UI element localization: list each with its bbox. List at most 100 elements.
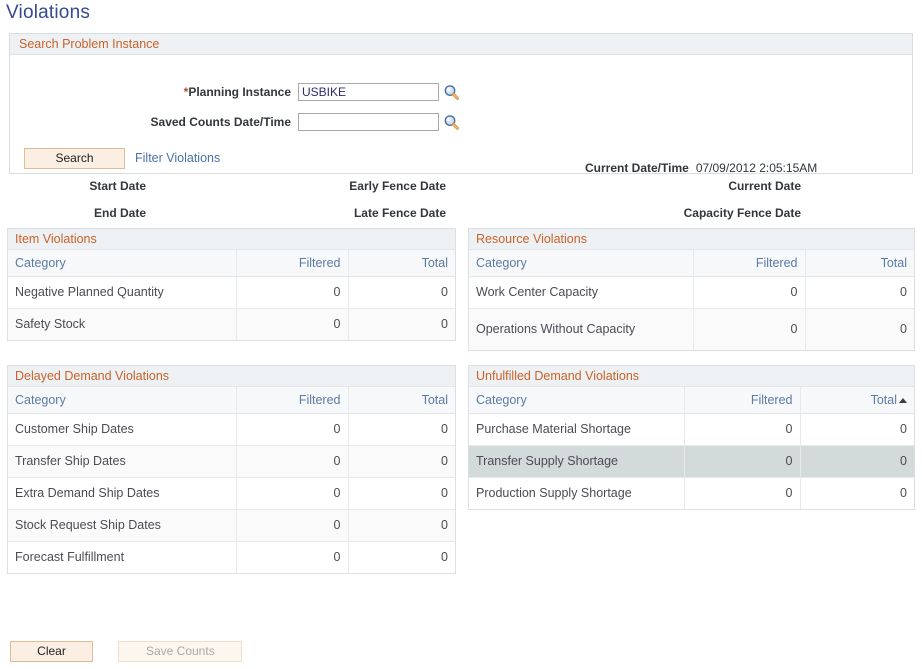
column-header-category[interactable]: Category: [469, 387, 684, 413]
cell-category: Work Center Capacity: [469, 276, 693, 308]
cell-category: Safety Stock: [8, 308, 236, 340]
search-problem-instance-panel: Search Problem Instance *Planning Instan…: [9, 33, 913, 174]
planning-instance-input[interactable]: [298, 83, 439, 101]
search-button[interactable]: Search: [24, 148, 125, 169]
table-row[interactable]: Production Supply Shortage 0 0: [469, 477, 914, 509]
unfulfilled-demand-violations-grid: Unfulfilled Demand Violations Category F…: [468, 365, 915, 510]
cell-total: 0: [805, 308, 914, 350]
cell-total: 0: [348, 541, 455, 573]
cell-filtered: 0: [684, 413, 800, 445]
cell-total: 0: [348, 413, 455, 445]
cell-total: 0: [348, 445, 455, 477]
cell-filtered: 0: [236, 509, 348, 541]
item-violations-grid: Item Violations Category Filtered Total …: [7, 228, 456, 341]
page-title: Violations: [6, 2, 90, 24]
cell-total: 0: [805, 276, 914, 308]
cell-filtered: 0: [236, 445, 348, 477]
label-capacity-fence-date: Capacity Fence Date: [655, 206, 801, 220]
table-row[interactable]: Transfer Ship Dates 0 0: [8, 445, 455, 477]
sort-ascending-arrow-icon: [899, 398, 907, 403]
column-header-filtered[interactable]: Filtered: [684, 387, 800, 413]
cell-category: Transfer Ship Dates: [8, 445, 236, 477]
label-early-fence-date: Early Fence Date: [300, 179, 446, 193]
column-header-total-label: Total: [871, 393, 897, 407]
footer-actions: Clear Save Counts: [10, 641, 242, 662]
table-row[interactable]: Operations Without Capacity 0 0: [469, 308, 914, 350]
table-header-row: Category Filtered Total: [8, 387, 455, 413]
planning-instance-lookup-magnifier-icon[interactable]: [443, 84, 460, 101]
table-row-selected[interactable]: Transfer Supply Shortage 0 0: [469, 445, 914, 477]
saved-counts-label: Saved Counts Date/Time: [10, 115, 298, 129]
delayed-demand-violations-grid: Delayed Demand Violations Category Filte…: [7, 365, 456, 574]
cell-category: Forecast Fulfillment: [8, 541, 236, 573]
column-header-category[interactable]: Category: [8, 250, 236, 276]
current-datetime-value: 07/09/2012 2:05:15AM: [696, 161, 817, 175]
saved-counts-row: Saved Counts Date/Time: [10, 113, 460, 131]
unfulfilled-demand-violations-table: Category Filtered Total Purchase Materia…: [469, 387, 914, 509]
column-header-filtered[interactable]: Filtered: [693, 250, 805, 276]
cell-category: Negative Planned Quantity: [8, 276, 236, 308]
cell-category: Operations Without Capacity: [469, 308, 693, 350]
panel-body: *Planning Instance Saved Counts Date/Tim…: [10, 55, 912, 173]
label-late-fence-date: Late Fence Date: [300, 206, 446, 220]
column-header-filtered[interactable]: Filtered: [236, 387, 348, 413]
save-counts-button[interactable]: Save Counts: [118, 641, 242, 662]
saved-counts-input[interactable]: [298, 113, 439, 131]
cell-category: Transfer Supply Shortage: [469, 445, 684, 477]
panel-header-title: Search Problem Instance: [10, 34, 912, 55]
table-row[interactable]: Work Center Capacity 0 0: [469, 276, 914, 308]
table-row[interactable]: Safety Stock 0 0: [8, 308, 455, 340]
table-row[interactable]: Negative Planned Quantity 0 0: [8, 276, 455, 308]
cell-filtered: 0: [236, 308, 348, 340]
current-datetime-label: Current Date/Time: [585, 161, 689, 175]
cell-total: 0: [800, 477, 914, 509]
column-header-total[interactable]: Total: [805, 250, 914, 276]
column-header-category[interactable]: Category: [8, 387, 236, 413]
column-header-total[interactable]: Total: [348, 387, 455, 413]
resource-violations-title: Resource Violations: [469, 229, 914, 250]
cell-filtered: 0: [693, 276, 805, 308]
cell-total: 0: [348, 276, 455, 308]
table-row[interactable]: Forecast Fulfillment 0 0: [8, 541, 455, 573]
label-start-date: Start Date: [0, 179, 146, 193]
table-row[interactable]: Customer Ship Dates 0 0: [8, 413, 455, 445]
planning-instance-row: *Planning Instance: [10, 83, 460, 101]
cell-total: 0: [348, 308, 455, 340]
column-header-filtered[interactable]: Filtered: [236, 250, 348, 276]
resource-violations-grid: Resource Violations Category Filtered To…: [468, 228, 915, 351]
current-datetime-display: Current Date/Time 07/09/2012 2:05:15AM: [585, 161, 817, 175]
cell-filtered: 0: [236, 276, 348, 308]
item-violations-title: Item Violations: [8, 229, 455, 250]
cell-filtered: 0: [236, 413, 348, 445]
cell-total: 0: [800, 413, 914, 445]
cell-filtered: 0: [684, 477, 800, 509]
column-header-total[interactable]: Total: [800, 387, 914, 413]
column-header-category[interactable]: Category: [469, 250, 693, 276]
unfulfilled-demand-violations-title: Unfulfilled Demand Violations: [469, 366, 914, 387]
resource-violations-table: Category Filtered Total Work Center Capa…: [469, 250, 914, 350]
table-header-row: Category Filtered Total: [8, 250, 455, 276]
cell-category: Extra Demand Ship Dates: [8, 477, 236, 509]
label-end-date: End Date: [0, 206, 146, 220]
delayed-demand-violations-table: Category Filtered Total Customer Ship Da…: [8, 387, 455, 573]
saved-counts-lookup-magnifier-icon[interactable]: [443, 114, 460, 131]
cell-filtered: 0: [236, 541, 348, 573]
column-header-total[interactable]: Total: [348, 250, 455, 276]
table-row[interactable]: Stock Request Ship Dates 0 0: [8, 509, 455, 541]
planning-instance-label-text: Planning Instance: [188, 85, 291, 99]
table-header-row: Category Filtered Total: [469, 250, 914, 276]
cell-category: Customer Ship Dates: [8, 413, 236, 445]
table-header-row: Category Filtered Total: [469, 387, 914, 413]
clear-button[interactable]: Clear: [10, 641, 93, 662]
filter-violations-link[interactable]: Filter Violations: [135, 151, 220, 165]
label-current-date: Current Date: [655, 179, 801, 193]
table-row[interactable]: Extra Demand Ship Dates 0 0: [8, 477, 455, 509]
cell-filtered: 0: [684, 445, 800, 477]
table-row[interactable]: Purchase Material Shortage 0 0: [469, 413, 914, 445]
planning-instance-label: *Planning Instance: [10, 85, 298, 99]
date-legend: Start Date Early Fence Date Current Date…: [0, 179, 922, 225]
cell-filtered: 0: [236, 477, 348, 509]
cell-total: 0: [348, 477, 455, 509]
item-violations-table: Category Filtered Total Negative Planned…: [8, 250, 455, 340]
cell-total: 0: [348, 509, 455, 541]
